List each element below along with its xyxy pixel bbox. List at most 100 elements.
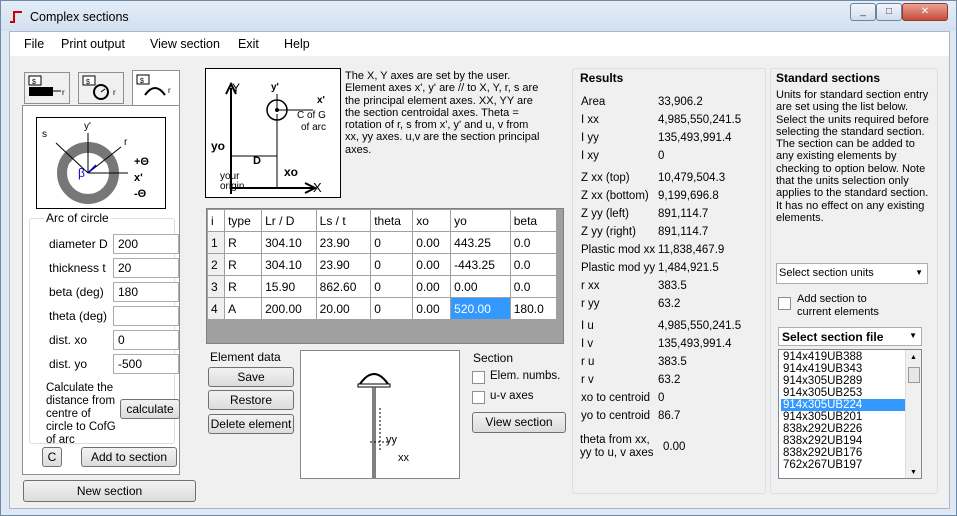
table-cell[interactable]: 862.60: [315, 275, 372, 298]
menu-print-output[interactable]: Print output: [61, 37, 125, 51]
save-button[interactable]: Save: [208, 367, 294, 387]
menu-exit[interactable]: Exit: [238, 37, 259, 51]
table-cell[interactable]: 0.00: [412, 275, 452, 298]
table-cell[interactable]: 0: [370, 253, 414, 276]
table-cell[interactable]: 20.00: [315, 297, 372, 320]
table-row[interactable]: 4 A 200.00 20.00 0 0.00 520.00 180.0: [206, 297, 558, 320]
table-cell[interactable]: 520.00: [450, 297, 511, 320]
tab-circle[interactable]: $ r: [78, 72, 124, 104]
list-item[interactable]: 838x292UB194: [781, 435, 921, 447]
table-cell[interactable]: R: [224, 275, 263, 298]
elem-numbs-checkbox[interactable]: [472, 371, 485, 384]
result-label: Z xx (bottom): [581, 190, 649, 202]
list-item[interactable]: 914x305UB253: [781, 387, 921, 399]
view-section-button[interactable]: View section: [472, 412, 566, 433]
standard-sections-title: Standard sections: [776, 71, 881, 85]
table-cell[interactable]: R: [224, 231, 263, 254]
table-cell[interactable]: 0: [370, 231, 414, 254]
table-cell[interactable]: 0.0: [509, 253, 558, 276]
thickness-input[interactable]: [113, 258, 179, 278]
theta-input[interactable]: [113, 306, 179, 326]
D-label: D: [253, 155, 261, 167]
menu-view-section[interactable]: View section: [150, 37, 220, 51]
scroll-up-icon[interactable]: ▲: [910, 352, 917, 364]
diameter-input[interactable]: [113, 234, 179, 254]
delete-element-button[interactable]: Delete element: [208, 414, 294, 434]
tab-arc[interactable]: $ r: [132, 70, 180, 106]
app-icon: [10, 11, 22, 23]
add-section-label: Add section to current elements: [797, 293, 879, 318]
tab-rectangle[interactable]: $ r: [24, 72, 70, 104]
new-section-button[interactable]: New section: [23, 480, 196, 502]
table-cell[interactable]: 443.25: [450, 231, 511, 254]
table-cell[interactable]: 0.00: [412, 253, 452, 276]
elements-table: i type Lr / D Ls / t theta xo yo beta 1R…: [206, 209, 558, 320]
table-cell[interactable]: 304.10: [261, 253, 317, 276]
table-cell[interactable]: 0.0: [509, 231, 558, 254]
table-row[interactable]: 1 R 304.10 23.90 0 0.00 443.25 0.0: [206, 231, 558, 254]
list-item[interactable]: 762x267UB197: [781, 459, 921, 471]
table-cell[interactable]: 0.0: [509, 275, 558, 298]
section-units-value: Select section units: [779, 267, 874, 279]
result-value: 11,838,467.9: [658, 244, 725, 256]
add-to-section-button[interactable]: Add to section: [81, 447, 177, 467]
result-label: r u: [581, 356, 595, 368]
arc-diagram: s y' r β +Θ x' -Θ: [36, 117, 166, 209]
table-cell[interactable]: 0: [370, 275, 414, 298]
beta-input[interactable]: [113, 282, 179, 302]
calculate-button[interactable]: calculate: [120, 399, 180, 419]
table-cell[interactable]: A: [224, 297, 263, 320]
list-item[interactable]: 838x292UB176: [781, 447, 921, 459]
table-cell[interactable]: R: [224, 253, 263, 276]
table-cell[interactable]: 0.00: [412, 231, 452, 254]
result-value: 891,114.7: [658, 226, 709, 238]
scroll-thumb[interactable]: [908, 367, 920, 383]
list-item[interactable]: 914x305UB201: [781, 411, 921, 423]
table-cell[interactable]: 200.00: [261, 297, 317, 320]
standard-sections-panel: Standard sections Units for standard sec…: [770, 68, 938, 494]
minimize-button[interactable]: _: [850, 3, 876, 21]
table-row[interactable]: 3 R 15.90 862.60 0 0.00 0.00 0.0: [206, 275, 558, 298]
section-list[interactable]: 914x419UB388 914x419UB343 914x305UB289 914x…: [778, 349, 922, 479]
list-item[interactable]: 914x305UB224: [781, 399, 921, 411]
table-cell[interactable]: 304.10: [261, 231, 317, 254]
svg-text:r: r: [168, 86, 171, 95]
scroll-down-icon[interactable]: ▼: [910, 467, 917, 478]
section-file-select[interactable]: Select section file ▼: [778, 327, 922, 346]
result-label: r xx: [581, 280, 600, 292]
table-cell[interactable]: 0.00: [450, 275, 511, 298]
table-cell[interactable]: 23.90: [315, 231, 372, 254]
table-cell[interactable]: 180.0: [509, 297, 558, 320]
clear-button[interactable]: C: [42, 447, 62, 467]
menu-file[interactable]: File: [24, 37, 44, 51]
list-item[interactable]: 914x419UB343: [781, 363, 921, 375]
result-value: 33,906.2: [658, 96, 703, 108]
maximize-button[interactable]: □: [876, 3, 902, 21]
table-cell[interactable]: 0.00: [412, 297, 452, 320]
list-item[interactable]: 914x419UB388: [781, 351, 921, 363]
table-cell[interactable]: -443.25: [450, 253, 511, 276]
dist-yo-input[interactable]: [113, 354, 179, 374]
section-list-scrollbar[interactable]: ▲ ▼: [905, 350, 921, 478]
restore-button[interactable]: Restore: [208, 390, 294, 410]
list-item[interactable]: 914x305UB289: [781, 375, 921, 387]
add-section-checkbox[interactable]: [778, 297, 791, 310]
menu-help[interactable]: Help: [284, 37, 310, 51]
table-cell[interactable]: 15.90: [261, 275, 317, 298]
col-lr-d: Lr / D: [261, 209, 317, 232]
yy-label: yy: [386, 434, 398, 446]
table-cell[interactable]: 23.90: [315, 253, 372, 276]
dist-xo-input[interactable]: [113, 330, 179, 350]
table-row[interactable]: 2 R 304.10 23.90 0 0.00 -443.25 0.0: [206, 253, 558, 276]
table-cell[interactable]: 0: [370, 297, 414, 320]
list-item[interactable]: 838x292UB226: [781, 423, 921, 435]
section-units-select[interactable]: Select section units ▼: [776, 263, 928, 284]
cofg-label: C of G: [297, 110, 326, 121]
uv-axes-checkbox[interactable]: [472, 391, 485, 404]
close-button[interactable]: ✕: [902, 3, 948, 21]
result-label: r yy: [581, 298, 600, 310]
elements-grid: i type Lr / D Ls / t theta xo yo beta 1R…: [206, 208, 564, 344]
client-area: File Print output View section Exit Help…: [9, 31, 950, 509]
result-value: 135,493,991.4: [658, 132, 732, 144]
col-type: type: [224, 209, 263, 232]
